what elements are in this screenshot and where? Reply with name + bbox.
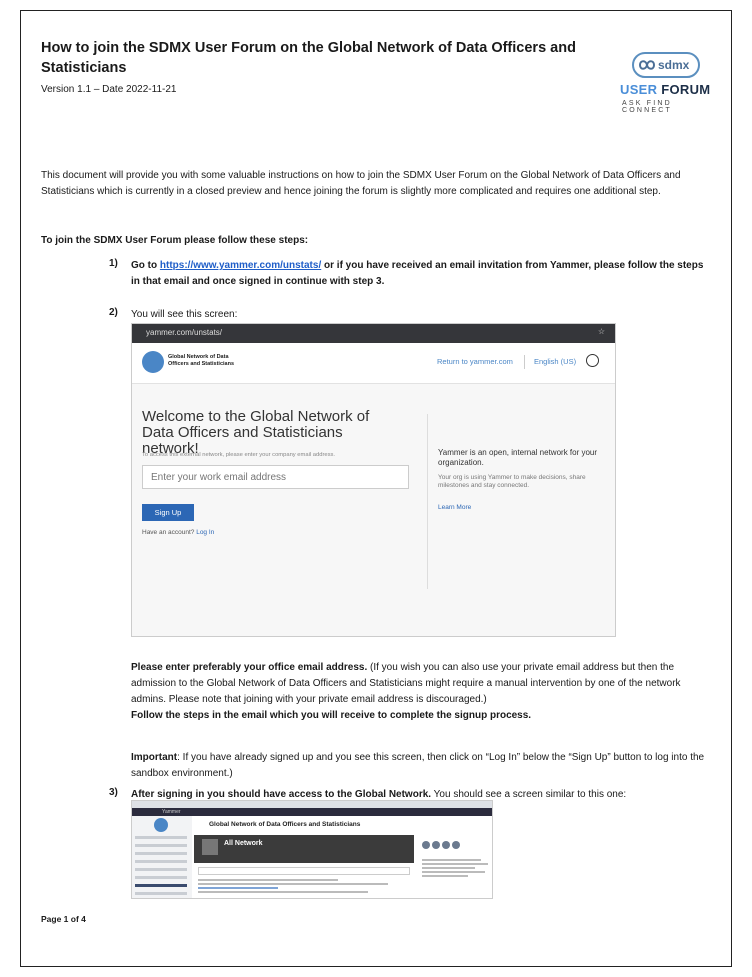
return-to-yammer-link[interactable]: Return to yammer.com bbox=[437, 357, 513, 366]
yammer-description: Yammer is an open, internal network for … bbox=[438, 448, 598, 467]
have-account-text: Have an account? Log In bbox=[142, 529, 215, 536]
sidebar-row[interactable] bbox=[135, 860, 187, 863]
sidebar-row-active[interactable] bbox=[135, 884, 187, 887]
step2-number: 2) bbox=[109, 307, 118, 318]
important-text: : If you have already signed up and you … bbox=[131, 752, 705, 779]
panel-divider bbox=[427, 414, 428, 589]
browser-url: yammer.com/unstats/ bbox=[146, 328, 223, 337]
step3-bold: After signing in you should have access … bbox=[131, 789, 432, 800]
note-bold-follow: Follow the steps in the email which you … bbox=[131, 710, 532, 721]
step3-rest: You should see a screen similar to this … bbox=[431, 789, 627, 800]
global-network-logo-icon bbox=[142, 351, 164, 373]
avatar bbox=[432, 841, 440, 849]
browser-bar: yammer.com/unstats/ ☆ bbox=[132, 324, 615, 343]
step1-text: Go to https://www.yammer.com/unstats/ or… bbox=[131, 258, 706, 290]
step1-lead: Go to bbox=[131, 260, 160, 271]
network-description bbox=[422, 859, 488, 877]
star-icon: ☆ bbox=[597, 327, 605, 336]
global-network-name: Global Network of Data Officers and Stat… bbox=[168, 354, 235, 367]
sdmx-pill: sdmx bbox=[632, 52, 700, 78]
document-version: Version 1.1 – Date 2022-11-21 bbox=[41, 84, 177, 95]
log-in-link[interactable]: Log In bbox=[196, 529, 214, 536]
sdmx-pill-text: sdmx bbox=[658, 58, 690, 72]
network-title: Global Network of Data Officers and Stat… bbox=[209, 821, 361, 828]
network-screenshot: Yammer Global Network of Data Officers a… bbox=[131, 800, 493, 899]
email-note: Please enter preferably your office emai… bbox=[131, 660, 711, 724]
user-word: USER bbox=[620, 82, 658, 97]
global-network-logo-icon bbox=[154, 818, 168, 832]
page-footer: Page 1 of 4 bbox=[41, 914, 86, 924]
sidebar-row[interactable] bbox=[135, 836, 187, 839]
yammer-unstats-link[interactable]: https://www.yammer.com/unstats/ bbox=[160, 260, 321, 271]
step2-text: You will see this screen: bbox=[131, 309, 238, 320]
important-label: Important bbox=[131, 752, 178, 763]
yammer-header: Global Network of Data Officers and Stat… bbox=[132, 343, 615, 384]
sidebar-row[interactable] bbox=[135, 844, 187, 847]
forum-word: FORUM bbox=[661, 82, 711, 97]
welcome-heading: Welcome to the Global Network of Data Of… bbox=[142, 408, 370, 457]
yammer-app-name: Yammer bbox=[162, 809, 181, 815]
step3-number: 3) bbox=[109, 787, 118, 798]
sign-up-button[interactable]: Sign Up bbox=[142, 504, 194, 521]
all-network-label: All Network bbox=[224, 840, 263, 847]
members-panel bbox=[422, 835, 488, 879]
sidebar-row[interactable] bbox=[135, 892, 187, 895]
language-selector[interactable]: English (US) bbox=[534, 357, 576, 366]
intro-paragraph: This document will provide you with some… bbox=[41, 170, 681, 197]
important-note: Important: If you have already signed up… bbox=[131, 750, 711, 782]
note-bold-intro: Please enter preferably your office emai… bbox=[131, 662, 368, 673]
sdmx-user-forum-logo: sdmx USER FORUM ASK FIND CONNECT bbox=[620, 52, 718, 114]
building-icon bbox=[202, 839, 218, 855]
sidebar-row[interactable] bbox=[135, 876, 187, 879]
email-field[interactable] bbox=[142, 465, 409, 489]
yammer-topbar: Yammer bbox=[132, 808, 492, 816]
yammer-subtext: Your org is using Yammer to make decisio… bbox=[438, 474, 586, 489]
email-input[interactable] bbox=[143, 466, 408, 488]
avatar bbox=[442, 841, 450, 849]
access-instructions: To access this external network, please … bbox=[142, 452, 336, 458]
all-network-banner: All Network bbox=[194, 835, 414, 863]
signup-screenshot: yammer.com/unstats/ ☆ Global Network of … bbox=[131, 323, 616, 637]
learn-more-link[interactable]: Learn More bbox=[438, 504, 471, 511]
logo-tagline: ASK FIND CONNECT bbox=[622, 100, 673, 114]
sidebar-row[interactable] bbox=[135, 868, 187, 871]
member-avatars bbox=[422, 841, 488, 849]
post-composer[interactable] bbox=[198, 867, 410, 875]
globe-icon bbox=[586, 354, 599, 367]
browser-bar-2 bbox=[132, 801, 492, 808]
feed-post bbox=[198, 879, 398, 895]
sidebar-row[interactable] bbox=[135, 852, 187, 855]
header-divider bbox=[524, 355, 525, 369]
avatar bbox=[452, 841, 460, 849]
step1-number: 1) bbox=[109, 258, 118, 269]
sdmx-knot-icon bbox=[638, 60, 656, 70]
user-forum-wordmark: USER FORUM bbox=[620, 82, 710, 97]
steps-heading: To join the SDMX User Forum please follo… bbox=[41, 235, 309, 246]
document-title: How to join the SDMX User Forum on the G… bbox=[41, 40, 576, 76]
avatar bbox=[422, 841, 430, 849]
